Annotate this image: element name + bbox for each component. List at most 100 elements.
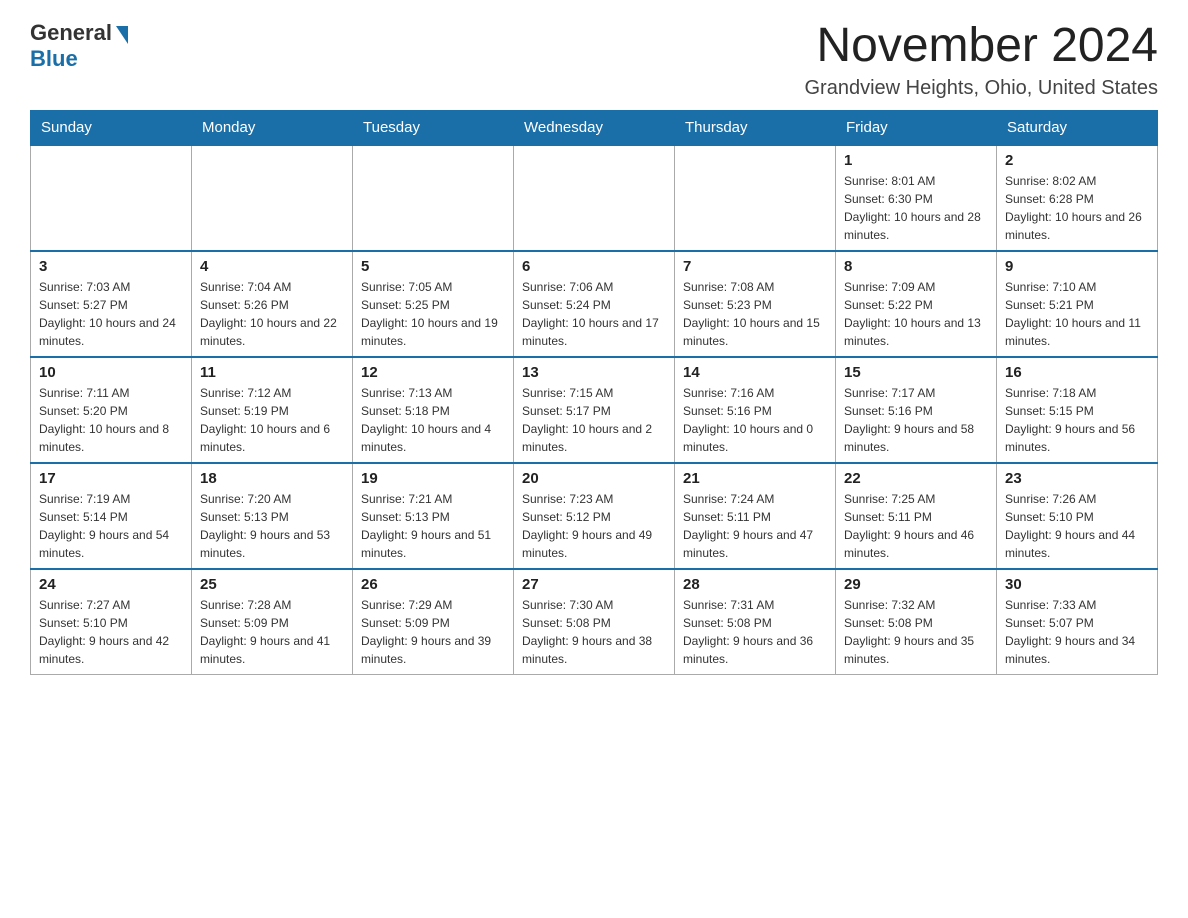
calendar-cell: 7 Sunrise: 7:08 AM Sunset: 5:23 PM Daylig… [675,251,836,357]
calendar-cell [353,145,514,251]
calendar-day-header: Monday [192,110,353,145]
day-info: Sunrise: 7:09 AM Sunset: 5:22 PM Dayligh… [844,278,988,350]
calendar-cell: 19 Sunrise: 7:21 AM Sunset: 5:13 PM Dayli… [353,463,514,569]
day-info: Sunrise: 7:05 AM Sunset: 5:25 PM Dayligh… [361,278,505,350]
calendar-cell: 27 Sunrise: 7:30 AM Sunset: 5:08 PM Dayli… [514,569,675,675]
calendar-cell: 29 Sunrise: 7:32 AM Sunset: 5:08 PM Dayli… [836,569,997,675]
day-number: 26 [361,576,505,593]
day-number: 20 [522,470,666,487]
calendar-week-row: 24 Sunrise: 7:27 AM Sunset: 5:10 PM Dayli… [31,569,1158,675]
day-info: Sunrise: 7:15 AM Sunset: 5:17 PM Dayligh… [522,384,666,456]
calendar-cell: 26 Sunrise: 7:29 AM Sunset: 5:09 PM Dayli… [353,569,514,675]
day-info: Sunrise: 7:24 AM Sunset: 5:11 PM Dayligh… [683,490,827,562]
calendar-cell: 12Sunrise: 7:13 AM Sunset: 5:18 PM Dayli… [353,357,514,463]
calendar-cell: 30 Sunrise: 7:33 AM Sunset: 5:07 PM Dayli… [997,569,1158,675]
day-number: 15 [844,364,988,381]
day-number: 4 [200,258,344,275]
calendar-cell: 17Sunrise: 7:19 AM Sunset: 5:14 PM Dayli… [31,463,192,569]
day-number: 7 [683,258,827,275]
day-number: 1 [844,152,988,169]
day-number: 10 [39,364,183,381]
calendar-cell: 21 Sunrise: 7:24 AM Sunset: 5:11 PM Dayli… [675,463,836,569]
day-number: 9 [1005,258,1149,275]
calendar-cell [31,145,192,251]
day-info: Sunrise: 7:08 AM Sunset: 5:23 PM Dayligh… [683,278,827,350]
day-number: 18 [200,470,344,487]
day-number: 29 [844,576,988,593]
calendar-cell: 1 Sunrise: 8:01 AM Sunset: 6:30 PM Daylig… [836,145,997,251]
calendar-cell: 5 Sunrise: 7:05 AM Sunset: 5:25 PM Daylig… [353,251,514,357]
calendar-cell: 14Sunrise: 7:16 AM Sunset: 5:16 PM Dayli… [675,357,836,463]
day-info: Sunrise: 7:13 AM Sunset: 5:18 PM Dayligh… [361,384,505,456]
day-number: 22 [844,470,988,487]
day-info: Sunrise: 7:03 AM Sunset: 5:27 PM Dayligh… [39,278,183,350]
day-number: 28 [683,576,827,593]
day-number: 25 [200,576,344,593]
calendar-day-header: Wednesday [514,110,675,145]
calendar-cell: 3 Sunrise: 7:03 AM Sunset: 5:27 PM Daylig… [31,251,192,357]
day-info: Sunrise: 8:01 AM Sunset: 6:30 PM Dayligh… [844,172,988,244]
day-number: 16 [1005,364,1149,381]
day-info: Sunrise: 7:25 AM Sunset: 5:11 PM Dayligh… [844,490,988,562]
day-number: 6 [522,258,666,275]
day-number: 14 [683,364,827,381]
day-info: Sunrise: 7:18 AM Sunset: 5:15 PM Dayligh… [1005,384,1149,456]
month-title: November 2024 [804,20,1158,73]
calendar-week-row: 1 Sunrise: 8:01 AM Sunset: 6:30 PM Daylig… [31,145,1158,251]
calendar-cell: 6 Sunrise: 7:06 AM Sunset: 5:24 PM Daylig… [514,251,675,357]
calendar-cell: 2 Sunrise: 8:02 AM Sunset: 6:28 PM Daylig… [997,145,1158,251]
calendar-cell: 20 Sunrise: 7:23 AM Sunset: 5:12 PM Dayli… [514,463,675,569]
day-info: Sunrise: 7:10 AM Sunset: 5:21 PM Dayligh… [1005,278,1149,350]
day-info: Sunrise: 7:21 AM Sunset: 5:13 PM Dayligh… [361,490,505,562]
calendar-cell: 24 Sunrise: 7:27 AM Sunset: 5:10 PM Dayli… [31,569,192,675]
calendar-day-header: Tuesday [353,110,514,145]
day-info: Sunrise: 7:19 AM Sunset: 5:14 PM Dayligh… [39,490,183,562]
day-info: Sunrise: 8:02 AM Sunset: 6:28 PM Dayligh… [1005,172,1149,244]
calendar-cell: 22 Sunrise: 7:25 AM Sunset: 5:11 PM Dayli… [836,463,997,569]
day-info: Sunrise: 7:06 AM Sunset: 5:24 PM Dayligh… [522,278,666,350]
day-info: Sunrise: 7:31 AM Sunset: 5:08 PM Dayligh… [683,596,827,668]
logo: General Blue [30,20,128,72]
calendar-cell: 25 Sunrise: 7:28 AM Sunset: 5:09 PM Dayli… [192,569,353,675]
day-number: 13 [522,364,666,381]
day-number: 27 [522,576,666,593]
day-number: 24 [39,576,183,593]
day-info: Sunrise: 7:11 AM Sunset: 5:20 PM Dayligh… [39,384,183,456]
day-number: 3 [39,258,183,275]
logo-blue-text: Blue [30,46,78,72]
day-number: 11 [200,364,344,381]
day-info: Sunrise: 7:29 AM Sunset: 5:09 PM Dayligh… [361,596,505,668]
day-info: Sunrise: 7:28 AM Sunset: 5:09 PM Dayligh… [200,596,344,668]
title-block: November 2024 Grandview Heights, Ohio, U… [804,20,1158,100]
day-info: Sunrise: 7:33 AM Sunset: 5:07 PM Dayligh… [1005,596,1149,668]
calendar-cell: 8 Sunrise: 7:09 AM Sunset: 5:22 PM Daylig… [836,251,997,357]
day-info: Sunrise: 7:23 AM Sunset: 5:12 PM Dayligh… [522,490,666,562]
day-info: Sunrise: 7:20 AM Sunset: 5:13 PM Dayligh… [200,490,344,562]
calendar-cell [514,145,675,251]
calendar-cell: 11Sunrise: 7:12 AM Sunset: 5:19 PM Dayli… [192,357,353,463]
calendar-week-row: 10 Sunrise: 7:11 AM Sunset: 5:20 PM Dayli… [31,357,1158,463]
day-number: 8 [844,258,988,275]
day-number: 21 [683,470,827,487]
calendar-table: SundayMondayTuesdayWednesdayThursdayFrid… [30,110,1158,675]
day-number: 19 [361,470,505,487]
day-info: Sunrise: 7:26 AM Sunset: 5:10 PM Dayligh… [1005,490,1149,562]
calendar-day-header: Sunday [31,110,192,145]
calendar-cell: 15 Sunrise: 7:17 AM Sunset: 5:16 PM Dayli… [836,357,997,463]
calendar-cell [675,145,836,251]
calendar-week-row: 3 Sunrise: 7:03 AM Sunset: 5:27 PM Daylig… [31,251,1158,357]
day-info: Sunrise: 7:32 AM Sunset: 5:08 PM Dayligh… [844,596,988,668]
day-number: 2 [1005,152,1149,169]
calendar-cell: 9 Sunrise: 7:10 AM Sunset: 5:21 PM Daylig… [997,251,1158,357]
calendar-day-header: Friday [836,110,997,145]
calendar-cell: 28 Sunrise: 7:31 AM Sunset: 5:08 PM Dayli… [675,569,836,675]
day-info: Sunrise: 7:17 AM Sunset: 5:16 PM Dayligh… [844,384,988,456]
day-number: 23 [1005,470,1149,487]
day-number: 30 [1005,576,1149,593]
day-info: Sunrise: 7:30 AM Sunset: 5:08 PM Dayligh… [522,596,666,668]
day-number: 5 [361,258,505,275]
calendar-week-row: 17Sunrise: 7:19 AM Sunset: 5:14 PM Dayli… [31,463,1158,569]
location-subtitle: Grandview Heights, Ohio, United States [804,77,1158,100]
day-info: Sunrise: 7:04 AM Sunset: 5:26 PM Dayligh… [200,278,344,350]
day-info: Sunrise: 7:27 AM Sunset: 5:10 PM Dayligh… [39,596,183,668]
